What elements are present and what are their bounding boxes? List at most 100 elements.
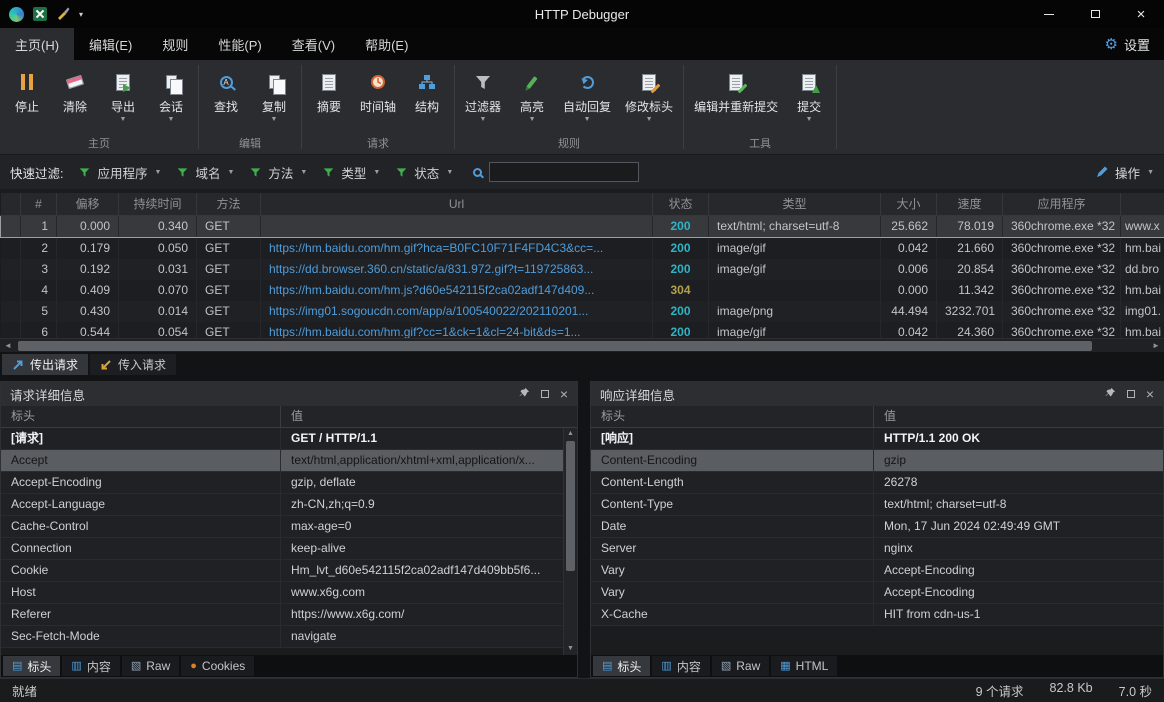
- cell-host[interactable]: hm.bai: [1121, 280, 1164, 301]
- find-button[interactable]: 查找: [202, 63, 250, 115]
- cell-num[interactable]: 3: [21, 259, 57, 280]
- cell-size[interactable]: 25.662: [881, 215, 937, 237]
- export-button[interactable]: 导出 ▼: [99, 63, 147, 124]
- cell-method[interactable]: GET: [197, 301, 261, 322]
- cell-duration[interactable]: 0.014: [119, 301, 197, 322]
- table-row[interactable]: 6 0.544 0.054 GET https://hm.baidu.com/h…: [1, 322, 1164, 339]
- filter-button[interactable]: 过滤器 ▼: [458, 63, 508, 124]
- table-row[interactable]: 4 0.409 0.070 GET https://hm.baidu.com/h…: [1, 280, 1164, 301]
- cell-url[interactable]: [261, 215, 653, 237]
- header-row[interactable]: DateMon, 17 Jun 2024 02:49:49 GMT: [591, 516, 1163, 538]
- cell-host[interactable]: dd.bro: [1121, 259, 1164, 280]
- stop-button[interactable]: 停止: [3, 63, 51, 115]
- column-speed[interactable]: 速度: [937, 193, 1003, 215]
- cell-status[interactable]: 304: [653, 280, 709, 301]
- menu-view[interactable]: 查看(V): [277, 28, 350, 60]
- cell-status[interactable]: 200: [653, 322, 709, 339]
- filter-method[interactable]: 方法 ▼: [250, 163, 307, 182]
- filter-type[interactable]: 类型 ▼: [323, 163, 380, 182]
- filter-status[interactable]: 状态 ▼: [396, 163, 453, 182]
- scroll-up-arrow[interactable]: ▲: [567, 428, 574, 440]
- header-row[interactable]: VaryAccept-Encoding: [591, 560, 1163, 582]
- tab-headers[interactable]: ▤标头: [3, 656, 60, 676]
- menu-help[interactable]: 帮助(E): [350, 28, 423, 60]
- tab-headers[interactable]: ▤标头: [593, 656, 650, 676]
- column-duration[interactable]: 持续时间: [119, 193, 197, 215]
- tab-incoming-requests[interactable]: 传入请求: [90, 354, 176, 375]
- cell-method[interactable]: GET: [197, 237, 261, 259]
- column-offset[interactable]: 偏移: [57, 193, 119, 215]
- clear-button[interactable]: 清除: [51, 63, 99, 115]
- close-button[interactable]: ×: [1118, 0, 1164, 28]
- tab-raw[interactable]: ▧Raw: [712, 656, 769, 676]
- cell-app[interactable]: 360chrome.exe *32: [1003, 215, 1121, 237]
- cell-size[interactable]: 0.042: [881, 322, 937, 339]
- cell-url[interactable]: https://hm.baidu.com/hm.gif?cc=1&ck=1&cl…: [261, 322, 653, 339]
- settings-button[interactable]: ⚙ 设置: [1105, 28, 1164, 60]
- minimize-button[interactable]: [1026, 0, 1072, 28]
- cell-speed[interactable]: 11.342: [937, 280, 1003, 301]
- header-row[interactable]: X-CacheHIT from cdn-us-1: [591, 604, 1163, 626]
- pin-icon[interactable]: [1105, 387, 1116, 401]
- vertical-scrollbar[interactable]: ▲ ▼: [563, 428, 577, 655]
- table-row[interactable]: 3 0.192 0.031 GET https://dd.browser.360…: [1, 259, 1164, 280]
- cell-num[interactable]: 6: [21, 322, 57, 339]
- cell-host[interactable]: img01.: [1121, 301, 1164, 322]
- search-input[interactable]: [489, 162, 639, 182]
- cell-duration[interactable]: 0.050: [119, 237, 197, 259]
- header-row[interactable]: [响应]HTTP/1.1 200 OK: [591, 428, 1163, 450]
- header-row[interactable]: Content-Encodinggzip: [591, 450, 1163, 472]
- cell-speed[interactable]: 21.660: [937, 237, 1003, 259]
- column-url[interactable]: Url: [261, 193, 653, 215]
- header-row[interactable]: Sec-Fetch-Modenavigate: [1, 626, 563, 648]
- cell-size[interactable]: 0.042: [881, 237, 937, 259]
- cell-app[interactable]: 360chrome.exe *32: [1003, 237, 1121, 259]
- cell-offset[interactable]: 0.000: [57, 215, 119, 237]
- cell-status[interactable]: 200: [653, 301, 709, 322]
- cell-num[interactable]: 2: [21, 237, 57, 259]
- cell-num[interactable]: 5: [21, 301, 57, 322]
- cell-speed[interactable]: 3232.701: [937, 301, 1003, 322]
- chevron-down-icon[interactable]: ▾: [79, 10, 83, 19]
- cell-type[interactable]: image/gif: [709, 237, 881, 259]
- header-row[interactable]: Content-Typetext/html; charset=utf-8: [591, 494, 1163, 516]
- cell-method[interactable]: GET: [197, 280, 261, 301]
- edit-resubmit-button[interactable]: 编辑并重新提交: [687, 63, 785, 115]
- cell-size[interactable]: 0.006: [881, 259, 937, 280]
- column-host[interactable]: [1121, 193, 1164, 215]
- column-app[interactable]: 应用程序: [1003, 193, 1121, 215]
- cell-num[interactable]: 1: [21, 215, 57, 237]
- header-row[interactable]: Servernginx: [591, 538, 1163, 560]
- tab-content[interactable]: ▥内容: [62, 656, 119, 676]
- cell-url[interactable]: https://hm.baidu.com/hm.gif?hca=B0FC10F7…: [261, 237, 653, 259]
- scroll-left-arrow[interactable]: ◄: [0, 339, 16, 352]
- copy-button[interactable]: 复制 ▼: [250, 63, 298, 124]
- menu-performance[interactable]: 性能(P): [203, 28, 276, 60]
- restore-icon[interactable]: [1127, 390, 1135, 398]
- cell-status[interactable]: 200: [653, 259, 709, 280]
- header-row[interactable]: Content-Length26278: [591, 472, 1163, 494]
- column-method[interactable]: 方法: [197, 193, 261, 215]
- tab-cookies[interactable]: ●Cookies: [181, 656, 254, 676]
- timeline-button[interactable]: 时间轴: [353, 63, 403, 115]
- table-row[interactable]: 2 0.179 0.050 GET https://hm.baidu.com/h…: [1, 237, 1164, 259]
- filter-application[interactable]: 应用程序 ▼: [79, 163, 161, 182]
- brush-icon[interactable]: [56, 6, 70, 23]
- cell-host[interactable]: hm.bai: [1121, 237, 1164, 259]
- cell-url[interactable]: https://img01.sogoucdn.com/app/a/1005400…: [261, 301, 653, 322]
- header-row[interactable]: Connectionkeep-alive: [1, 538, 563, 560]
- horizontal-scroll-track[interactable]: [16, 339, 1148, 353]
- actions-dropdown[interactable]: 操作 ▼: [1096, 163, 1154, 182]
- cell-type[interactable]: [709, 280, 881, 301]
- header-row[interactable]: Accept-Languagezh-CN,zh;q=0.9: [1, 494, 563, 516]
- menu-home[interactable]: 主页(H): [0, 28, 74, 60]
- cell-offset[interactable]: 0.409: [57, 280, 119, 301]
- header-row[interactable]: Hostwww.x6g.com: [1, 582, 563, 604]
- column-status[interactable]: 状态: [653, 193, 709, 215]
- close-icon[interactable]: ×: [1146, 388, 1154, 400]
- header-row[interactable]: CookieHm_lvt_d60e542115f2ca02adf147d409b…: [1, 560, 563, 582]
- app-logo-icon[interactable]: [9, 7, 24, 22]
- cell-duration[interactable]: 0.340: [119, 215, 197, 237]
- cell-type[interactable]: image/gif: [709, 259, 881, 280]
- column-num[interactable]: #: [21, 193, 57, 215]
